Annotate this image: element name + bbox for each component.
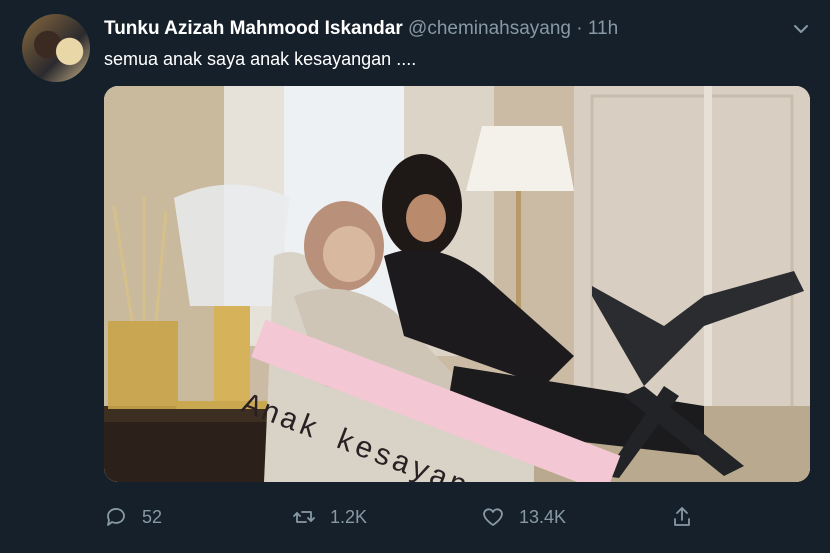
heart-icon — [483, 508, 503, 526]
separator-dot: · — [576, 18, 583, 39]
reply-icon — [107, 508, 125, 526]
tweet-card[interactable]: Tunku Azizah Mahmood Iskandar @cheminahs… — [0, 0, 830, 553]
tweet-photo[interactable]: Anak kesayangan — [104, 86, 810, 482]
tweet-actions: 52 1.2K 13.4K — [104, 505, 704, 535]
avatar[interactable] — [22, 14, 90, 82]
user-handle[interactable]: @cheminahsayang — [408, 18, 571, 39]
chevron-down-icon[interactable] — [792, 20, 810, 38]
retweet-button[interactable]: 1.2K — [292, 505, 367, 529]
share-icon — [674, 507, 690, 526]
tweet-text: semua anak saya anak kesayangan .... — [104, 49, 417, 69]
timestamp[interactable]: 11h — [588, 18, 618, 39]
retweet-count: 1.2K — [330, 506, 368, 527]
like-count: 13.4K — [519, 506, 567, 527]
photo-scene — [104, 86, 810, 482]
tweet-header: Tunku Azizah Mahmood Iskandar @cheminahs… — [104, 18, 618, 40]
retweet-icon — [293, 511, 315, 523]
display-name[interactable]: Tunku Azizah Mahmood Iskandar — [104, 18, 403, 39]
share-button[interactable] — [670, 505, 708, 529]
reply-count: 52 — [142, 506, 163, 527]
reply-button[interactable]: 52 — [104, 505, 162, 529]
like-button[interactable]: 13.4K — [481, 505, 566, 529]
